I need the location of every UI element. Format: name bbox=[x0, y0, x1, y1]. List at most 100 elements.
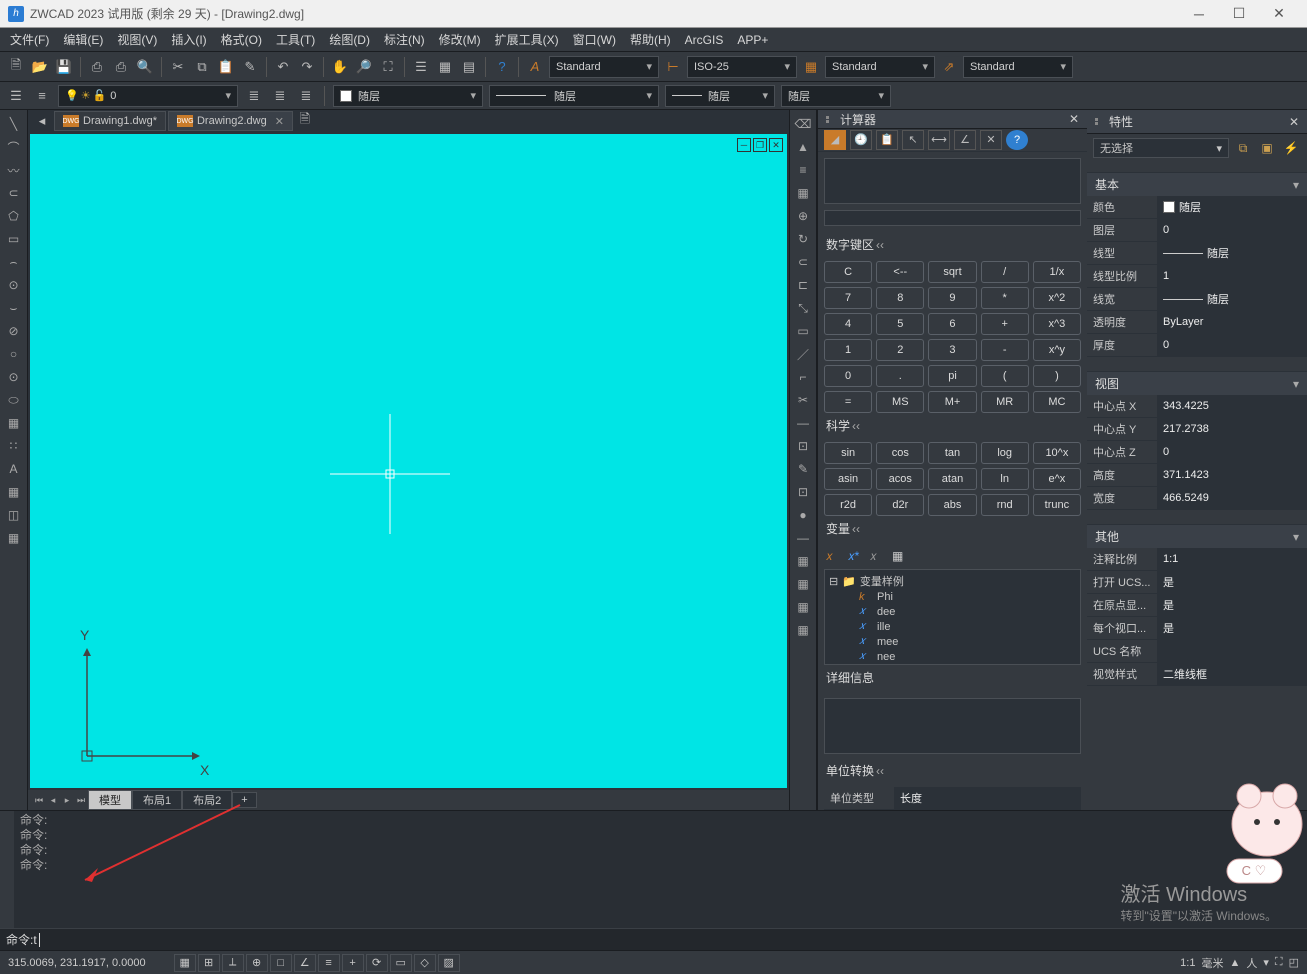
table-style-icon[interactable]: ▦ bbox=[801, 57, 821, 77]
layout-nav-first-icon[interactable]: ⏮ bbox=[32, 792, 46, 808]
dcenter-icon[interactable]: ▦ bbox=[435, 57, 455, 77]
ellipse-arc-tool-icon[interactable]: ⊙ bbox=[4, 367, 24, 387]
zoom-ex-icon[interactable]: ⛶ bbox=[378, 57, 398, 77]
text-tool-icon[interactable]: A bbox=[4, 459, 24, 479]
prop-anno-value[interactable]: 1:1 bbox=[1157, 548, 1307, 570]
circle-tool-icon[interactable]: ⊙ bbox=[4, 275, 24, 295]
canvas-close-icon[interactable]: ✕ bbox=[769, 138, 783, 152]
prop-vp-value[interactable]: 是 bbox=[1157, 617, 1307, 639]
explode-modify-icon[interactable]: — bbox=[793, 413, 813, 433]
status-units[interactable]: 毫米 bbox=[1201, 955, 1223, 971]
calc-btn-5[interactable]: 5 bbox=[876, 313, 924, 335]
trim-modify-icon[interactable]: ⤡ bbox=[793, 298, 813, 318]
calc-sci-rnd[interactable]: rnd bbox=[981, 494, 1029, 516]
calc-sci-r2d[interactable]: r2d bbox=[824, 494, 872, 516]
fillet-modify-icon[interactable]: ✂ bbox=[793, 390, 813, 410]
close-panel-icon[interactable]: ✕ bbox=[1289, 115, 1299, 129]
calc-btn-9[interactable]: 9 bbox=[928, 287, 976, 309]
line-tool-icon[interactable]: ╲ bbox=[4, 114, 24, 134]
layout-nav-last-icon[interactable]: ⏭ bbox=[74, 792, 88, 808]
menu-item-12[interactable]: ArcGIS bbox=[679, 31, 730, 49]
menu-item-2[interactable]: 视图(V) bbox=[111, 29, 163, 50]
grid-toggle[interactable]: ⊞ bbox=[198, 954, 220, 972]
layer-tool2-icon[interactable]: ≣ bbox=[270, 86, 290, 106]
chamfer-modify-icon[interactable]: ⌐ bbox=[793, 367, 813, 387]
close-button[interactable]: ✕ bbox=[1259, 2, 1299, 26]
polygon-tool-icon[interactable]: ⬠ bbox=[4, 206, 24, 226]
doc-tab-2[interactable]: DWGDrawing2.dwg✕ bbox=[168, 111, 293, 131]
calc-int-icon[interactable]: ✕ bbox=[980, 130, 1002, 150]
cmd-grip-icon[interactable] bbox=[0, 811, 14, 928]
array-modify-icon[interactable]: ▦ bbox=[793, 183, 813, 203]
table-style-combo[interactable]: Standard▾ bbox=[825, 56, 935, 78]
table-tool-icon[interactable]: ▦ bbox=[4, 482, 24, 502]
group2-modify-icon[interactable]: ▦ bbox=[793, 574, 813, 594]
group4-modify-icon[interactable]: ▦ bbox=[793, 620, 813, 640]
menu-item-7[interactable]: 标注(N) bbox=[378, 29, 431, 50]
minimize-button[interactable]: ─ bbox=[1179, 2, 1219, 26]
props-icon[interactable]: ☰ bbox=[411, 57, 431, 77]
extend-modify-icon[interactable]: ▭ bbox=[793, 321, 813, 341]
calc-sci-acos[interactable]: acos bbox=[876, 468, 924, 490]
calc-btn-[interactable]: <-- bbox=[876, 261, 924, 283]
ring-tool-icon[interactable]: ⬭ bbox=[4, 390, 24, 410]
prop-lweight-value[interactable]: 随层 bbox=[1157, 288, 1307, 310]
menu-item-3[interactable]: 插入(I) bbox=[165, 29, 212, 50]
props-cat-basic[interactable]: 基本▾ bbox=[1087, 172, 1307, 196]
calc-btn-[interactable]: * bbox=[981, 287, 1029, 309]
var-del-icon[interactable]: 𝑥 bbox=[870, 549, 886, 565]
status-anno-icon[interactable]: ▲ bbox=[1229, 957, 1240, 969]
maximize-button[interactable]: ☐ bbox=[1219, 2, 1259, 26]
var-item[interactable]: 𝑥nee bbox=[827, 649, 1078, 664]
calc-sci-ln[interactable]: ln bbox=[981, 468, 1029, 490]
arc2-tool-icon[interactable]: ⌢ bbox=[4, 252, 24, 272]
prop-thick-value[interactable]: 0 bbox=[1157, 334, 1307, 356]
calc-btn-x2[interactable]: x^2 bbox=[1033, 287, 1081, 309]
calc-sci-atan[interactable]: atan bbox=[928, 468, 976, 490]
calc-btn-[interactable]: / bbox=[981, 261, 1029, 283]
calc-sci-10x[interactable]: 10^x bbox=[1033, 442, 1081, 464]
props-panel-header[interactable]: 特性 ✕ bbox=[1087, 110, 1307, 134]
calc-btn-sqrt[interactable]: sqrt bbox=[928, 261, 976, 283]
calc-panel-header[interactable]: 计算器 ✕ bbox=[818, 110, 1087, 129]
layout-tab-2[interactable]: 布局2 bbox=[182, 790, 232, 810]
menu-item-8[interactable]: 修改(M) bbox=[433, 29, 487, 50]
panel-grip-icon[interactable] bbox=[1095, 118, 1103, 125]
menu-item-13[interactable]: APP+ bbox=[731, 31, 774, 49]
point-modify-icon[interactable]: ● bbox=[793, 505, 813, 525]
otrack-toggle[interactable]: ∠ bbox=[294, 954, 316, 972]
command-input[interactable]: 命令: t bbox=[0, 928, 1307, 950]
text-style-combo[interactable]: Standard▾ bbox=[549, 56, 659, 78]
copy-icon[interactable]: ⧉ bbox=[192, 57, 212, 77]
layer-props-icon[interactable]: ☰ bbox=[6, 86, 26, 106]
prop-ucsname-value[interactable] bbox=[1157, 640, 1307, 662]
calc-sci-cos[interactable]: cos bbox=[876, 442, 924, 464]
pline-tool-icon[interactable]: ⊂ bbox=[4, 183, 24, 203]
calc-unit-header[interactable]: 单位转换‹‹ bbox=[826, 762, 1079, 779]
preview-icon[interactable]: 🔍 bbox=[135, 57, 155, 77]
layer-state-icon[interactable]: ≡ bbox=[32, 86, 52, 106]
tree-collapse-icon[interactable]: ⊟ bbox=[829, 575, 838, 588]
calc-btn-8[interactable]: 8 bbox=[876, 287, 924, 309]
var-new-icon[interactable]: 𝑥 bbox=[826, 549, 842, 565]
calc-sci-tan[interactable]: tan bbox=[928, 442, 976, 464]
menu-item-4[interactable]: 格式(O) bbox=[215, 29, 268, 50]
rotate-modify-icon[interactable]: ↻ bbox=[793, 229, 813, 249]
calc-btn-M[interactable]: M+ bbox=[928, 391, 976, 413]
pim-icon[interactable]: ⚡ bbox=[1281, 139, 1301, 157]
calc-btn-xy[interactable]: x^y bbox=[1033, 339, 1081, 361]
calc-btn-MR[interactable]: MR bbox=[981, 391, 1029, 413]
undo-icon[interactable]: ↶ bbox=[273, 57, 293, 77]
rectangle-tool-icon[interactable]: ▭ bbox=[4, 229, 24, 249]
calc-var-header[interactable]: 变量‹‹ bbox=[826, 520, 1079, 537]
calc-btn-[interactable]: . bbox=[876, 365, 924, 387]
scale-modify-icon[interactable]: ⊂ bbox=[793, 252, 813, 272]
offset-modify-icon[interactable]: ≡ bbox=[793, 160, 813, 180]
dim-style-icon[interactable]: ⊢ bbox=[663, 57, 683, 77]
calc-btn-[interactable]: = bbox=[824, 391, 872, 413]
osnap-toggle[interactable]: □ bbox=[270, 954, 292, 972]
status-scale-icon[interactable]: 1:1 bbox=[1180, 957, 1195, 969]
edit-modify-icon[interactable]: ✎ bbox=[793, 459, 813, 479]
calc-sci-header[interactable]: 科学‹‹ bbox=[826, 417, 1079, 434]
calc-btn-[interactable]: + bbox=[981, 313, 1029, 335]
